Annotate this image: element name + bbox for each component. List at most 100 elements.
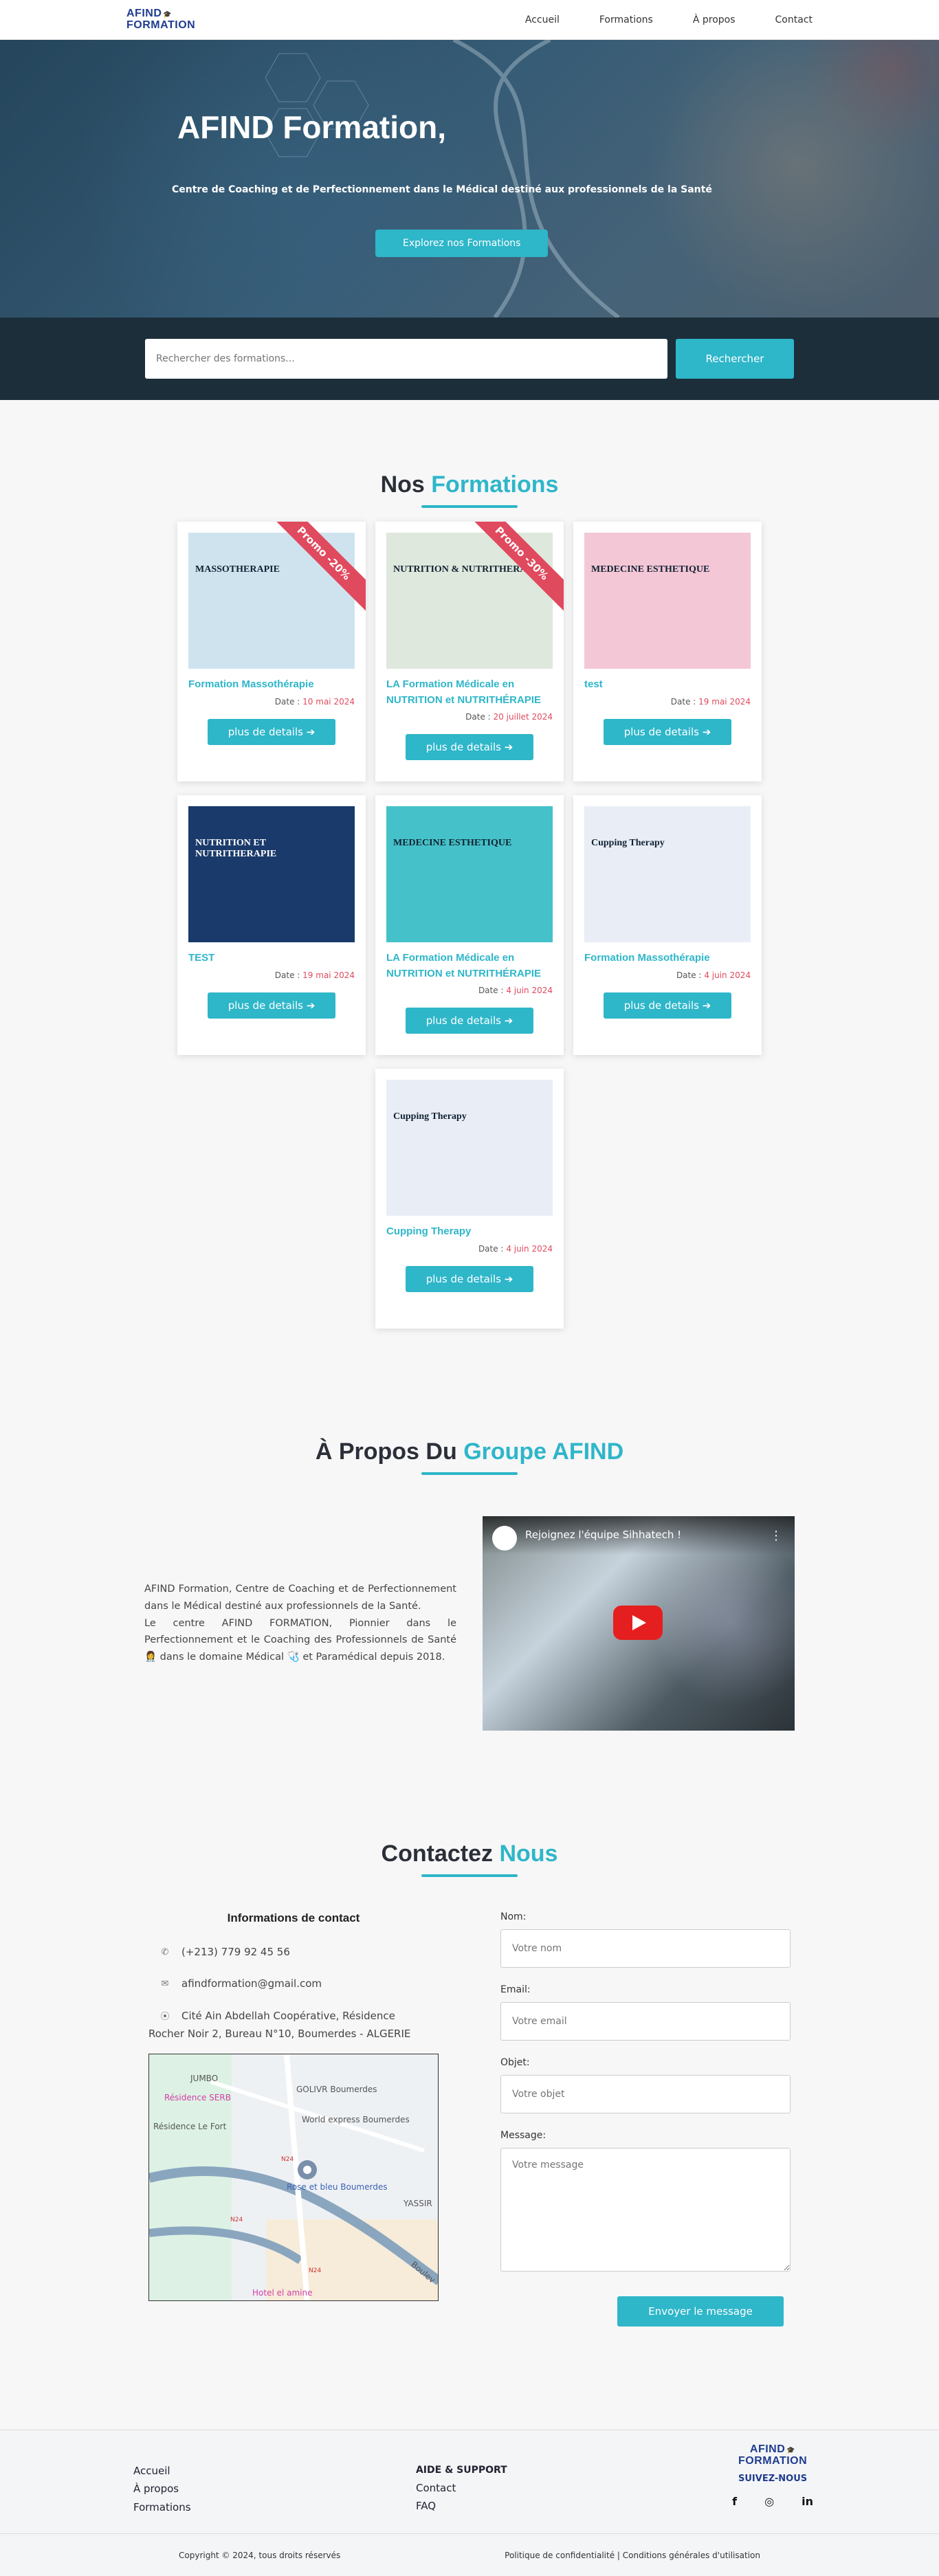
thumbnail-text: Cupping Therapy [591, 838, 665, 848]
map-label: N24 [309, 2267, 322, 2274]
phone-icon: ✆ [161, 1946, 169, 1957]
formation-date: Date : 4 juin 2024 [676, 970, 751, 980]
more-details-button[interactable]: plus de details ➔ [604, 992, 731, 1019]
message-label: Message: [500, 2130, 546, 2141]
video-title[interactable]: Rejoignez l'équipe Sihhatech ! [483, 1516, 795, 1555]
footer-link-home[interactable]: Accueil [133, 2465, 170, 2477]
linkedin-icon[interactable]: in [802, 2495, 813, 2508]
map-label: GOLIVR Boumerdes [296, 2085, 377, 2094]
contact-email: ✉ afindformation@gmail.com [158, 1977, 439, 1990]
formation-title[interactable]: TEST [188, 951, 355, 966]
nav-home[interactable]: Accueil [525, 14, 560, 25]
formation-card[interactable]: Cupping Therapy Formation Massothérapie … [573, 795, 762, 1055]
map-label: Résidence Le Fort [153, 2122, 227, 2131]
formation-title[interactable]: test [584, 677, 751, 693]
more-details-button[interactable]: plus de details ➔ [208, 992, 335, 1019]
footer-link-contact[interactable]: Contact [416, 2482, 456, 2494]
about-paragraph-1: AFIND Formation, Centre de Coaching et d… [144, 1584, 456, 1612]
channel-avatar[interactable] [492, 1526, 517, 1551]
formations-section: Nos Formations Promo -20% MASSOTHERAPIE … [0, 400, 939, 1329]
thumbnail-text: NUTRITION ET NUTRITHERAPIE [195, 838, 277, 859]
more-details-button[interactable]: plus de details ➔ [604, 718, 731, 745]
formation-card[interactable]: MEDECINE ESTHETIQUE test Date : 19 mai 2… [573, 522, 762, 781]
contact-title: Contactez Nous [381, 1841, 558, 1867]
formation-thumbnail[interactable]: NUTRITION ET NUTRITHERAPIE [188, 806, 355, 942]
map-label: World express Boumerdes [302, 2115, 410, 2124]
formation-card[interactable]: Cupping Therapy Cupping Therapy Date : 4… [375, 1069, 564, 1329]
nav-about[interactable]: À propos [693, 14, 736, 25]
contact-info-title: Informations de contact [227, 1911, 360, 1924]
graduation-cap-icon: 🎓 [786, 2447, 796, 2454]
footer-link-formations[interactable]: Formations [133, 2501, 191, 2513]
name-label: Nom: [500, 1911, 527, 1922]
formation-title[interactable]: Formation Massothérapie [584, 951, 751, 966]
top-navbar: AFIND 🎓 FORMATION Accueil Formations À pr… [0, 0, 939, 40]
map-label: N24 [281, 2156, 294, 2163]
thumbnail-text: MEDECINE ESTHETIQUE [393, 838, 512, 848]
map-roads [149, 2054, 438, 2300]
legal-links[interactable]: Politique de confidentialité | Condition… [505, 2551, 760, 2560]
formation-card[interactable]: NUTRITION ET NUTRITHERAPIE TEST Date : 1… [177, 795, 366, 1055]
formations-title: Nos Formations [380, 471, 559, 498]
more-details-button[interactable]: plus de details ➔ [406, 1008, 533, 1034]
footer-link-about[interactable]: À propos [133, 2483, 179, 2495]
brand-logo[interactable]: AFIND 🎓 FORMATION [126, 8, 195, 31]
nav-contact[interactable]: Contact [775, 14, 813, 25]
formation-thumbnail[interactable]: MEDECINE ESTHETIQUE [584, 533, 751, 669]
formation-card[interactable]: Promo -30% NUTRITION & NUTRITHERAPIE LA … [375, 522, 564, 781]
title-underline [421, 1472, 518, 1475]
instagram-icon[interactable]: ◎ [764, 2495, 774, 2508]
more-details-button[interactable]: plus de details ➔ [406, 1265, 533, 1292]
site-footer: Accueil À propos Formations AIDE & SUPPO… [0, 2430, 939, 2576]
envelope-icon: ✉ [161, 1978, 169, 1989]
formation-title[interactable]: Formation Massothérapie [188, 677, 355, 693]
nav-formations[interactable]: Formations [599, 14, 653, 25]
map-label: N24 [230, 2217, 243, 2223]
contact-phone: ✆ (+213) 779 92 45 56 [158, 1946, 439, 1958]
video-player[interactable]: Rejoignez l'équipe Sihhatech ! ⋮ [483, 1516, 795, 1731]
formation-card[interactable]: Promo -20% MASSOTHERAPIE Formation Masso… [177, 522, 366, 781]
name-field[interactable] [500, 1929, 791, 1968]
footer-logo[interactable]: AFIND 🎓 FORMATION [732, 2444, 813, 2467]
location-map[interactable]: JUMBO Résidence SERB GOLIVR Boumerdes Ré… [148, 2054, 439, 2301]
copyright-text: Copyright © 2024, tous droits réservés [179, 2550, 341, 2560]
facebook-icon[interactable]: f [732, 2495, 737, 2508]
about-title: À Propos Du Groupe AFIND [315, 1439, 624, 1465]
map-label: JUMBO [190, 2074, 219, 2083]
thumbnail-text: Cupping Therapy [393, 1111, 467, 1122]
about-section: À Propos Du Groupe AFIND AFIND Formation… [0, 1329, 939, 1731]
more-details-button[interactable]: plus de details ➔ [208, 718, 335, 745]
explore-formations-button[interactable]: Explorez nos Formations [375, 230, 549, 257]
map-label: YASSIR [404, 2199, 432, 2208]
formation-title[interactable]: LA Formation Médicale en NUTRITION et NU… [386, 951, 553, 981]
logo-line-1: AFIND [126, 8, 162, 19]
more-options-icon[interactable]: ⋮ [770, 1529, 782, 1543]
formation-thumbnail[interactable]: MEDECINE ESTHETIQUE [386, 806, 553, 942]
formation-date: Date : 10 mai 2024 [274, 696, 355, 707]
formation-date: Date : 20 juillet 2024 [465, 712, 553, 722]
map-label: Hotel el amine [252, 2288, 313, 2298]
follow-us-label: SUIVEZ-NOUS [738, 2474, 808, 2484]
formation-title[interactable]: LA Formation Médicale en NUTRITION et NU… [386, 677, 553, 708]
message-field[interactable] [500, 2148, 791, 2272]
search-input[interactable] [145, 339, 667, 379]
email-field[interactable] [500, 2002, 791, 2041]
formation-thumbnail[interactable]: Cupping Therapy [584, 806, 751, 942]
main-nav: Accueil Formations À propos Contact [525, 14, 813, 25]
hero-banner: AFIND Formation, Centre de Coaching et d… [0, 40, 939, 318]
about-text: AFIND Formation, Centre de Coaching et d… [144, 1581, 456, 1665]
footer-link-faq[interactable]: FAQ [416, 2500, 436, 2512]
support-heading: AIDE & SUPPORT [415, 2465, 507, 2476]
search-button[interactable]: Rechercher [676, 339, 794, 379]
formation-card[interactable]: MEDECINE ESTHETIQUE LA Formation Médical… [375, 795, 564, 1055]
map-pin-icon: ⦿ [160, 2012, 170, 2022]
more-details-button[interactable]: plus de details ➔ [406, 734, 533, 760]
formation-title[interactable]: Cupping Therapy [386, 1224, 553, 1240]
send-message-button[interactable]: Envoyer le message [617, 2296, 784, 2327]
map-label: Résidence SERB [164, 2093, 231, 2102]
email-label: Email: [500, 1984, 531, 1995]
formations-grid: Promo -20% MASSOTHERAPIE Formation Masso… [177, 522, 762, 1329]
subject-field[interactable] [500, 2075, 791, 2113]
formation-thumbnail[interactable]: Cupping Therapy [386, 1080, 553, 1216]
play-icon[interactable] [613, 1606, 663, 1640]
